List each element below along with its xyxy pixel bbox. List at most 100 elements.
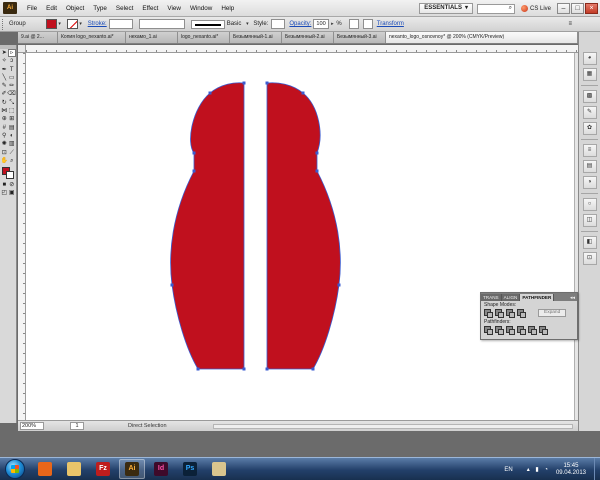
opacity-input[interactable]: 100 bbox=[313, 19, 330, 29]
symbols-panel-icon[interactable]: ✿ bbox=[582, 122, 597, 135]
outline-icon[interactable] bbox=[528, 326, 537, 335]
artboard-number-field[interactable]: 1 bbox=[70, 422, 84, 430]
zoom-level-field[interactable]: 200% bbox=[20, 422, 44, 430]
selection-tool-icon[interactable]: ➤ bbox=[1, 49, 8, 57]
tab-document-6[interactable]: Безымянный-2.ai bbox=[282, 32, 334, 43]
magic-wand-tool-icon[interactable]: ✧ bbox=[1, 57, 9, 65]
panel-collapse-icon[interactable]: ◂◂ bbox=[568, 295, 577, 301]
trim-icon[interactable] bbox=[495, 326, 504, 335]
symbol-sprayer-tool-icon[interactable]: ✺ bbox=[1, 140, 9, 148]
color-mode-icon[interactable]: ■ bbox=[1, 181, 9, 189]
brush-preview[interactable] bbox=[190, 19, 225, 29]
cs-live-button[interactable]: CS Live bbox=[520, 5, 551, 12]
unite-icon[interactable] bbox=[484, 309, 493, 318]
tab-transform[interactable]: TRANS bbox=[481, 294, 502, 301]
divide-icon[interactable] bbox=[484, 326, 493, 335]
menu-object[interactable]: Object bbox=[62, 0, 89, 17]
workspace-switcher[interactable]: ESSENTIALS ▾ bbox=[419, 3, 473, 14]
draw-mode-icon[interactable]: ◰ bbox=[1, 189, 9, 197]
paintbrush-tool-icon[interactable]: ✎ bbox=[1, 82, 9, 90]
tray-icons[interactable]: ▴ ▮ ◔ bbox=[527, 466, 550, 473]
vertical-ruler[interactable] bbox=[18, 53, 26, 420]
artboards-panel-icon[interactable]: ⊡ bbox=[582, 252, 597, 265]
tab-document-1[interactable]: 9.ai @ 2... bbox=[18, 32, 58, 43]
tab-document-3[interactable]: нехамо_1.ai bbox=[126, 32, 178, 43]
merge-icon[interactable] bbox=[506, 326, 515, 335]
ruler-origin[interactable] bbox=[18, 45, 26, 53]
direct-selection-tool-icon[interactable]: ▹ bbox=[7, 49, 16, 57]
pathfinder-panel[interactable]: TRANS ALIGN PATHFINDER ◂◂ Shape Modes: E… bbox=[480, 292, 578, 340]
gradient-panel-icon[interactable]: ▤ bbox=[582, 160, 597, 173]
zoom-tool-icon[interactable]: ⌕ bbox=[8, 157, 16, 165]
language-indicator[interactable]: EN bbox=[504, 467, 512, 473]
lasso-tool-icon[interactable]: ↄ bbox=[8, 57, 16, 65]
crop-icon[interactable] bbox=[517, 326, 526, 335]
menu-type[interactable]: Type bbox=[89, 0, 112, 17]
exclude-icon[interactable] bbox=[517, 309, 526, 318]
taskbar-explorer-button[interactable] bbox=[61, 459, 87, 479]
brush-dropdown-icon[interactable]: ▾ bbox=[244, 19, 250, 29]
stroke-color-box[interactable] bbox=[6, 170, 14, 179]
stroke-weight-input[interactable] bbox=[108, 19, 133, 29]
matryoshka-right-half[interactable] bbox=[267, 82, 341, 369]
blend-tool-icon[interactable]: ◐ bbox=[8, 132, 16, 140]
clock[interactable]: 15:45 09.04.2013 bbox=[556, 463, 586, 477]
free-transform-tool-icon[interactable]: ⬚ bbox=[8, 107, 16, 115]
variable-width-dropdown[interactable] bbox=[138, 19, 185, 29]
close-button[interactable]: × bbox=[585, 3, 598, 14]
opacity-label[interactable]: Opacity: bbox=[289, 21, 311, 27]
tab-document-5[interactable]: Безымянный-1.ai bbox=[230, 32, 282, 43]
slice-tool-icon[interactable]: ⟋ bbox=[8, 149, 16, 157]
minus-back-icon[interactable] bbox=[539, 326, 548, 335]
stroke-swatch[interactable] bbox=[66, 19, 78, 29]
pencil-tool-icon[interactable]: ✏ bbox=[8, 82, 16, 90]
recolor-button[interactable] bbox=[348, 19, 359, 29]
tab-document-4[interactable]: logo_nexanto.ai* bbox=[178, 32, 230, 43]
perspective-grid-tool-icon[interactable]: ⊞ bbox=[8, 115, 16, 123]
menu-file[interactable]: File bbox=[21, 0, 42, 17]
matryoshka-left-half[interactable] bbox=[170, 82, 244, 369]
pen-tool-icon[interactable]: ✒ bbox=[1, 66, 9, 74]
tab-document-active[interactable]: nexanto_logo_osnovnoy* @ 200% (CMYK/Prev… bbox=[386, 32, 578, 43]
taskbar-photoshop-button[interactable]: Ps bbox=[177, 459, 203, 479]
type-tool-icon[interactable]: T bbox=[8, 66, 16, 74]
stroke-panel-icon[interactable]: ≡ bbox=[582, 144, 597, 157]
show-desktop-button[interactable] bbox=[594, 458, 600, 480]
minimize-button[interactable]: – bbox=[557, 3, 570, 14]
menu-window[interactable]: Window bbox=[185, 0, 216, 17]
menu-effect[interactable]: Effect bbox=[138, 0, 163, 17]
fill-swatch[interactable] bbox=[45, 19, 57, 29]
fill-stroke-indicator[interactable] bbox=[2, 166, 15, 179]
current-tool-status[interactable]: Direct Selection bbox=[128, 423, 167, 429]
tab-pathfinder[interactable]: PATHFINDER bbox=[520, 294, 555, 301]
taskbar-illustrator-button[interactable]: Ai bbox=[119, 459, 145, 479]
eraser-tool-icon[interactable]: ⌫ bbox=[7, 90, 15, 98]
shape-builder-tool-icon[interactable]: ⊕ bbox=[1, 115, 9, 123]
color-panel-icon[interactable]: ◕ bbox=[582, 52, 597, 65]
maximize-button[interactable]: □ bbox=[571, 3, 584, 14]
artboard-canvas[interactable] bbox=[26, 53, 574, 420]
horizontal-ruler[interactable] bbox=[26, 45, 578, 53]
taskbar-firefox-button[interactable] bbox=[32, 459, 58, 479]
tab-document-2[interactable]: Копия logo_nexanto.ai* bbox=[58, 32, 126, 43]
tab-align[interactable]: ALIGN bbox=[501, 294, 521, 301]
align-button[interactable] bbox=[362, 19, 373, 29]
taskbar-image-viewer-button[interactable] bbox=[206, 459, 232, 479]
menu-view[interactable]: View bbox=[163, 0, 186, 17]
width-tool-icon[interactable]: ⋈ bbox=[1, 107, 9, 115]
rotate-tool-icon[interactable]: ↻ bbox=[1, 99, 9, 107]
hand-tool-icon[interactable]: ✋ bbox=[1, 157, 9, 165]
swatches-panel-icon[interactable]: ▩ bbox=[582, 90, 597, 103]
color-guide-icon[interactable]: ▦ bbox=[582, 68, 597, 81]
layers-panel-icon[interactable]: ◧ bbox=[582, 236, 597, 249]
stroke-label[interactable]: Stroke: bbox=[88, 21, 107, 27]
gradient-tool-icon[interactable]: ▤ bbox=[8, 124, 16, 132]
transparency-panel-icon[interactable]: ◑ bbox=[582, 176, 597, 189]
stroke-dropdown-icon[interactable]: ▾ bbox=[78, 19, 84, 29]
horizontal-scrollbar[interactable] bbox=[213, 424, 573, 429]
style-swatch[interactable] bbox=[271, 19, 286, 29]
graph-tool-icon[interactable]: ▥ bbox=[8, 140, 16, 148]
screen-mode-icon[interactable]: ▣ bbox=[8, 189, 16, 197]
line-tool-icon[interactable]: ╲ bbox=[1, 74, 9, 82]
menu-edit[interactable]: Edit bbox=[42, 0, 62, 17]
